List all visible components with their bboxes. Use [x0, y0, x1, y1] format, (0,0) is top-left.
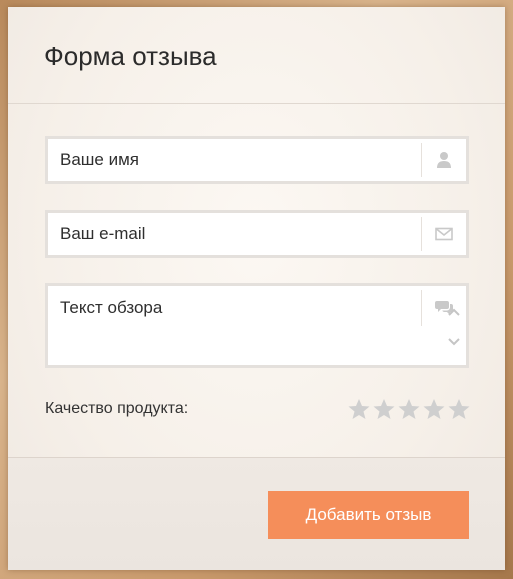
field-divider [421, 290, 422, 326]
email-field[interactable] [45, 210, 469, 258]
add-review-button[interactable]: Добавить отзыв [268, 491, 469, 539]
name-input[interactable] [60, 139, 420, 181]
review-form-card: Форма отзыва Качество продукта: [8, 7, 505, 570]
field-divider [421, 143, 422, 177]
star-icon[interactable] [397, 398, 421, 420]
rating-stars[interactable] [347, 398, 471, 420]
star-icon[interactable] [447, 398, 471, 420]
star-icon[interactable] [422, 398, 446, 420]
review-textarea[interactable] [60, 298, 420, 358]
review-field[interactable] [45, 283, 469, 368]
user-icon [437, 152, 451, 168]
form-title: Форма отзыва [44, 41, 217, 71]
name-field[interactable] [45, 136, 469, 184]
envelope-icon [435, 227, 453, 241]
email-input[interactable] [60, 213, 420, 255]
form-header: Форма отзыва [8, 7, 505, 104]
field-divider [421, 217, 422, 251]
quality-label: Качество продукта: [45, 400, 189, 417]
form-footer: Добавить отзыв [8, 457, 505, 570]
star-icon[interactable] [372, 398, 396, 420]
star-icon[interactable] [347, 398, 371, 420]
textarea-scrollbar[interactable] [444, 306, 464, 350]
